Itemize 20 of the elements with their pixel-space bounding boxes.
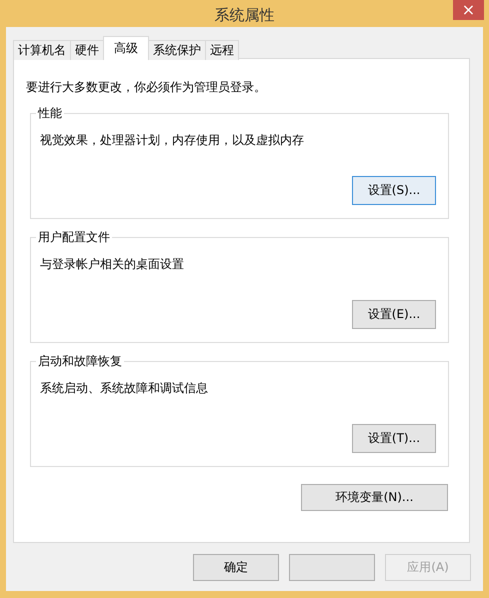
window-title: 系统属性 [214, 6, 274, 25]
group-description: 系统启动、系统故障和调试信息 [40, 380, 208, 396]
admin-notice: 要进行大多数更改，你必须作为管理员登录。 [26, 79, 267, 95]
group-description: 视觉效果，处理器计划，内存使用，以及虚拟内存 [40, 132, 304, 148]
group-title: 性能 [36, 105, 64, 121]
tab[interactable]: 计算机名 [13, 40, 71, 60]
environment-variables-button[interactable]: 环境变量(N)... [301, 484, 448, 511]
settings-button[interactable]: 设置(T)... [352, 424, 436, 453]
tab[interactable]: 硬件 [70, 40, 104, 60]
tab[interactable]: 系统保护 [148, 40, 206, 60]
dialog-button[interactable] [289, 554, 375, 581]
group-title: 启动和故障恢复 [36, 353, 124, 369]
tab[interactable]: 高级 [103, 36, 149, 59]
settings-button[interactable]: 设置(S)... [352, 176, 436, 205]
tab[interactable]: 远程 [205, 40, 239, 60]
settings-button[interactable]: 设置(E)... [352, 300, 436, 329]
group-description: 与登录帐户相关的桌面设置 [40, 256, 184, 272]
close-button[interactable]: × [453, 0, 484, 20]
dialog-button[interactable]: 确定 [193, 554, 279, 581]
group-title: 用户配置文件 [36, 229, 112, 245]
